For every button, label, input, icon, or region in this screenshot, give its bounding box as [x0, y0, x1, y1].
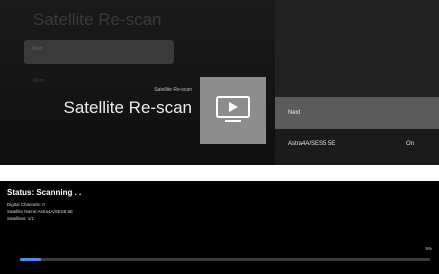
next-button-label: Next	[288, 110, 301, 116]
satellite-name-label: Astra4A/SES5 5E	[288, 141, 336, 147]
background-next-button	[24, 40, 174, 64]
digital-channels-line: Digital Channels: 0	[7, 202, 45, 207]
satellite-name-line: Satellite Name:Astra4A/SES5 5E	[7, 209, 74, 214]
page-title: Satellite Re-scan	[63, 98, 192, 117]
satellite-rescan-screen: Satellite Re-scan Next More Satellite Re…	[0, 0, 439, 165]
tv-play-icon	[216, 96, 250, 122]
satellite-toggle-value: On	[406, 141, 415, 147]
progress-percent: 5%	[425, 246, 432, 251]
background-title: Satellite Re-scan	[33, 10, 162, 29]
progress-bar	[20, 258, 430, 261]
next-button[interactable]: Next	[275, 97, 439, 129]
tv-tile	[200, 77, 266, 144]
page-subtitle: Satellite Re-scan	[154, 87, 192, 93]
background-next-label: Next	[32, 46, 43, 52]
options-panel: Next Astra4A/SES5 5E On	[275, 0, 439, 165]
satellite-toggle-row[interactable]: Astra4A/SES5 5E On	[275, 129, 439, 159]
status-title: Status: Scanning . .	[7, 188, 82, 197]
options-panel-header	[275, 0, 439, 97]
progress-fill	[20, 258, 41, 261]
background-more-label: More	[33, 78, 45, 84]
scan-status-screen: Status: Scanning . . Digital Channels: 0…	[0, 181, 439, 274]
satellites-count-line: Satellites: 1/1	[7, 216, 35, 221]
